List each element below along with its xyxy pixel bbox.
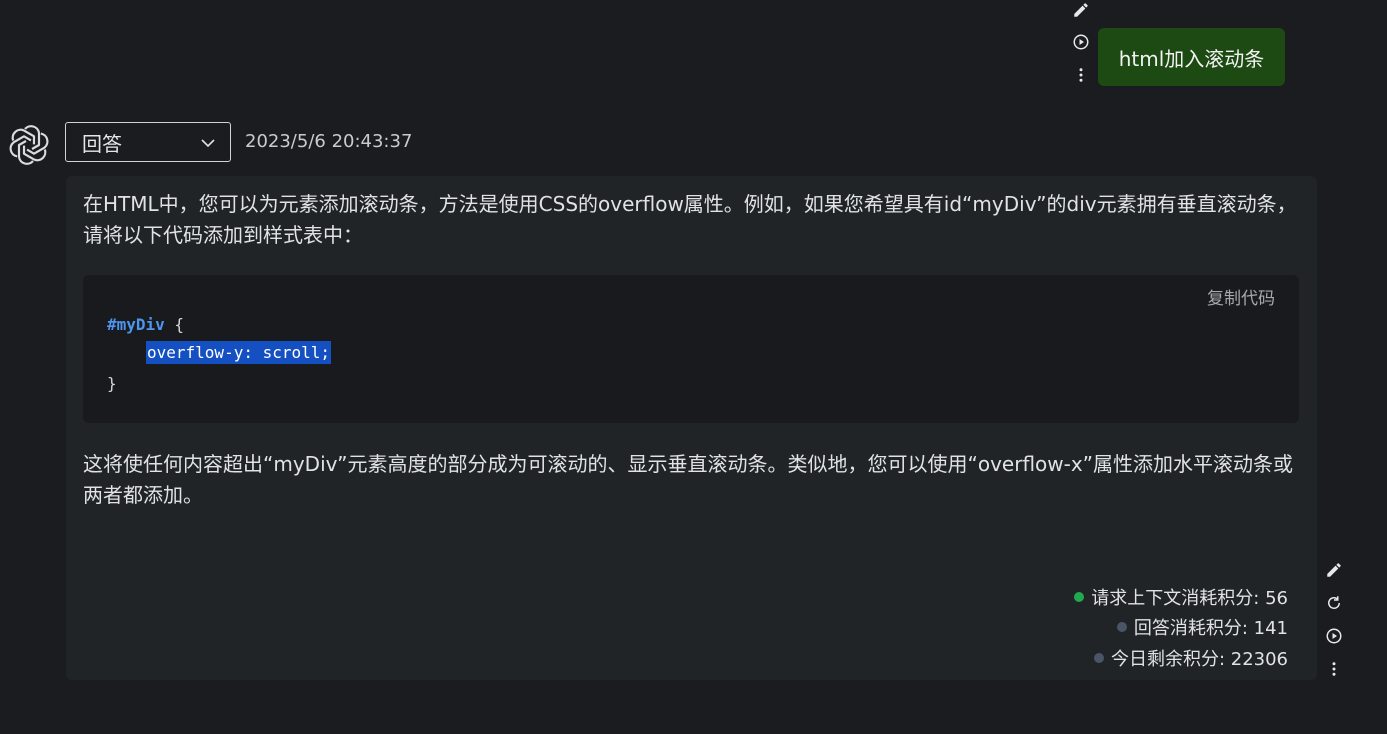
code-block: 复制代码 #myDiv { overflow-y: scroll; } <box>83 275 1299 423</box>
stat-remaining-credits: 今日剩余积分: 22306 <box>1093 645 1288 671</box>
stat-label: 今日剩余积分: 22306 <box>1110 649 1288 670</box>
edit-pencil-icon[interactable] <box>1324 560 1344 580</box>
status-dot <box>1074 592 1085 602</box>
mode-select-value: 回答 <box>82 131 122 156</box>
stat-label: 回答消耗积分: 141 <box>1133 618 1288 639</box>
edit-pencil-icon[interactable] <box>1071 0 1091 20</box>
code-open-brace: { <box>164 315 185 334</box>
status-dot <box>1093 653 1104 663</box>
stat-context-credits: 请求上下文消耗积分: 56 <box>1074 584 1288 610</box>
mode-select[interactable]: 回答 <box>65 122 231 162</box>
refresh-icon[interactable] <box>1324 593 1344 613</box>
stat-label: 请求上下文消耗积分: 56 <box>1091 588 1288 609</box>
code-selected-text: overflow-y: scroll; <box>146 341 332 364</box>
more-vertical-icon[interactable] <box>1324 659 1344 679</box>
answer-paragraph-followup: 这将使任何内容超出“myDiv”元素高度的部分成为可滚动的、显示垂直滚动条。类似… <box>83 452 1294 507</box>
code-selector: #myDiv <box>107 315 165 334</box>
stat-answer-credits: 回答消耗积分: 141 <box>1116 614 1288 640</box>
code-line-3: } <box>107 374 117 393</box>
more-vertical-icon[interactable] <box>1071 65 1091 85</box>
answer-timestamp: 2023/5/6 20:43:37 <box>245 131 413 152</box>
chat-page: html加入滚动条 回答 2023/5/6 20:43:37 在HTML中，您可… <box>0 0 1387 734</box>
openai-logo-icon <box>8 124 50 166</box>
play-circle-icon[interactable] <box>1071 32 1091 52</box>
play-circle-icon[interactable] <box>1324 626 1344 646</box>
answer-paragraph-intro: 在HTML中，您可以为元素添加滚动条，方法是使用CSS的overflow属性。例… <box>83 192 1297 247</box>
copy-code-button[interactable]: 复制代码 <box>1207 284 1275 309</box>
user-message-bubble: html加入滚动条 <box>1098 28 1285 86</box>
status-dot <box>1116 622 1127 632</box>
chevron-down-icon <box>200 135 216 151</box>
code-line-1: #myDiv { <box>107 315 184 334</box>
